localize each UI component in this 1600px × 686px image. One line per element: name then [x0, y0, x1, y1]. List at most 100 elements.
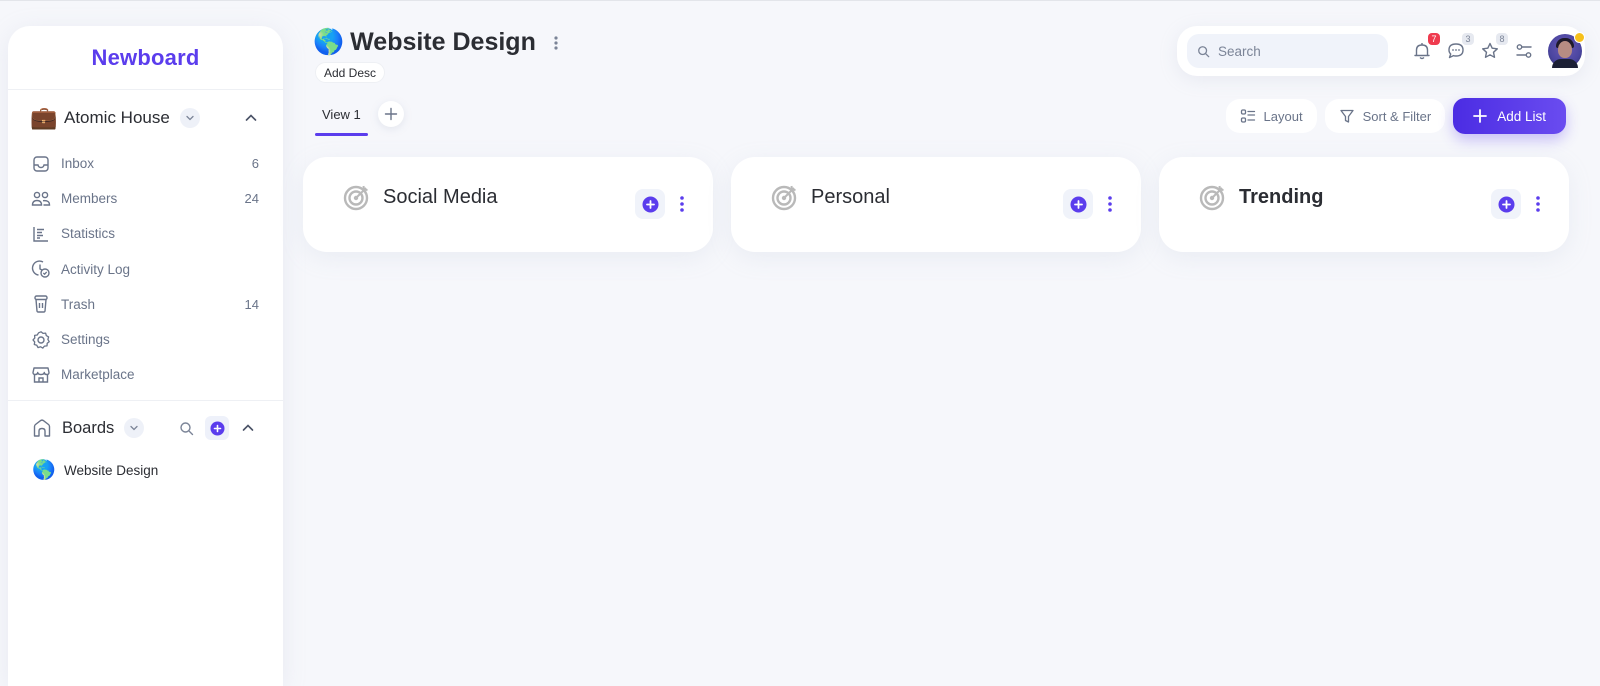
tab-view-1[interactable]: View 1 — [315, 100, 368, 136]
target-icon — [343, 183, 371, 211]
notifications-badge: 7 — [1428, 33, 1440, 45]
verified-status-icon — [1574, 32, 1585, 43]
sidebar-item-count: 6 — [251, 156, 259, 172]
sidebar-item-inbox[interactable]: Inbox 6 — [8, 146, 283, 181]
preferences-button[interactable] — [1512, 39, 1536, 63]
top-bar: 7 3 8 — [1177, 26, 1585, 76]
search-icon — [1198, 45, 1210, 57]
messages-badge: 3 — [1462, 33, 1474, 45]
search-box[interactable] — [1187, 34, 1388, 68]
search-boards-button[interactable] — [175, 417, 197, 439]
boards-header[interactable]: Boards — [8, 401, 283, 455]
sidebar-item-count: 24 — [244, 191, 259, 207]
gear-icon — [31, 330, 51, 350]
kebab-menu-icon — [1108, 196, 1112, 212]
workspace-header[interactable]: 💼 Atomic House — [8, 90, 283, 146]
sidebar-item-members[interactable]: Members 24 — [8, 181, 283, 216]
add-board-button[interactable] — [205, 416, 229, 441]
kebab-menu-icon — [1536, 196, 1540, 212]
layout-icon — [1240, 109, 1255, 123]
sidebar-item-marketplace[interactable]: Marketplace — [8, 357, 283, 392]
filter-icon — [1339, 109, 1354, 123]
board-item-label: Website Design — [64, 462, 159, 478]
target-icon — [771, 183, 799, 211]
globe-icon: 🌎 — [32, 460, 56, 482]
globe-icon: 🌎 — [313, 28, 345, 56]
list-actions — [1063, 189, 1115, 219]
chevron-down-icon — [130, 426, 138, 431]
sidebar-item-count: 14 — [244, 296, 259, 312]
add-card-button[interactable] — [1491, 189, 1521, 219]
sidebar-item-label: Statistics — [61, 226, 116, 242]
list-menu-button[interactable] — [1533, 194, 1543, 214]
list-card[interactable]: Trending — [1159, 157, 1569, 252]
list-name[interactable]: Personal — [811, 183, 890, 211]
favorites-button[interactable]: 8 — [1478, 33, 1508, 63]
sidebar-item-label: Activity Log — [61, 261, 131, 277]
board-toolbar: Layout Sort & Filter Add List — [1225, 98, 1566, 134]
statistics-icon — [31, 224, 51, 244]
plus-circle-icon — [1498, 196, 1514, 212]
activity-log-icon — [31, 259, 51, 279]
sidebar-item-settings[interactable]: Settings — [8, 322, 283, 357]
avatar-face — [1558, 41, 1572, 58]
plus-icon — [1473, 109, 1488, 123]
list-name[interactable]: Trending — [1239, 183, 1323, 211]
boards-collapse-button[interactable] — [237, 417, 259, 439]
sliders-icon — [1516, 44, 1532, 58]
chevron-up-icon — [242, 424, 254, 432]
page-title[interactable]: Website Design — [350, 28, 536, 57]
add-card-button[interactable] — [1063, 189, 1093, 219]
search-input[interactable] — [1218, 43, 1378, 59]
plus-icon — [384, 107, 397, 121]
kebab-menu-icon — [680, 196, 684, 212]
list-name[interactable]: Social Media — [383, 183, 498, 211]
list-card[interactable]: Social Media — [303, 157, 713, 252]
layout-label: Layout — [1263, 108, 1303, 124]
brand-logo[interactable]: Newboard — [8, 26, 283, 90]
sidebar: Newboard 💼 Atomic House Inbox 6 Members … — [8, 26, 283, 686]
board-menu-button[interactable] — [546, 31, 566, 55]
sidebar-item-statistics[interactable]: Statistics — [8, 216, 283, 251]
add-card-button[interactable] — [635, 189, 665, 219]
store-icon — [31, 365, 51, 385]
sidebar-item-trash[interactable]: Trash 14 — [8, 287, 283, 322]
plus-circle-icon — [210, 421, 224, 436]
sort-filter-label: Sort & Filter — [1362, 108, 1432, 124]
sidebar-item-label: Inbox — [61, 156, 95, 172]
workspace-collapse-button[interactable] — [241, 108, 261, 128]
workspace-dropdown-button[interactable] — [179, 108, 200, 128]
list-menu-button[interactable] — [677, 194, 687, 214]
briefcase-icon: 💼 — [30, 105, 58, 130]
target-icon — [1199, 183, 1227, 211]
list-menu-button[interactable] — [1105, 194, 1115, 214]
layout-button[interactable]: Layout — [1225, 99, 1317, 133]
lists-container: Social Media Personal Trending — [303, 157, 1569, 252]
list-card[interactable]: Personal — [731, 157, 1141, 252]
sidebar-item-label: Members — [61, 191, 118, 207]
sidebar-item-activity-log[interactable]: Activity Log — [8, 252, 283, 287]
favorites-badge: 8 — [1496, 33, 1508, 45]
chevron-up-icon — [245, 114, 257, 121]
avatar-shoulders — [1552, 59, 1578, 68]
chevron-down-icon — [186, 115, 194, 121]
sidebar-nav: Inbox 6 Members 24 Statistics Activity L… — [8, 146, 283, 392]
top-bar-icons: 7 3 8 — [1400, 32, 1585, 68]
add-list-button[interactable]: Add List — [1453, 98, 1566, 134]
sidebar-item-label: Trash — [61, 296, 96, 312]
home-icon — [32, 418, 52, 438]
add-view-button[interactable] — [377, 101, 404, 127]
messages-button[interactable]: 3 — [1444, 33, 1474, 63]
notifications-button[interactable]: 7 — [1410, 33, 1440, 63]
sidebar-item-label: Settings — [61, 332, 110, 348]
add-list-label: Add List — [1497, 108, 1546, 124]
boards-dropdown-button[interactable] — [124, 418, 145, 439]
user-avatar[interactable] — [1548, 32, 1585, 68]
trash-icon — [31, 294, 51, 314]
sidebar-board-item[interactable]: 🌎 Website Design — [8, 455, 283, 485]
kebab-menu-icon — [554, 35, 558, 50]
add-description-button[interactable]: Add Desc — [315, 62, 386, 83]
sort-filter-button[interactable]: Sort & Filter — [1324, 99, 1446, 133]
inbox-icon — [31, 154, 51, 174]
members-icon — [31, 189, 51, 209]
